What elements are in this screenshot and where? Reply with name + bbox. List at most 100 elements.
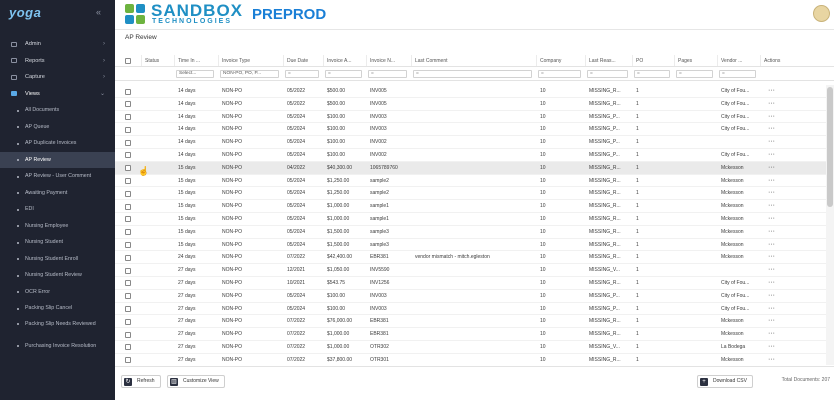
row-actions-menu-icon[interactable]: ··· <box>768 341 788 353</box>
download-csv-button[interactable]: + Download CSV <box>697 375 753 388</box>
row-checkbox[interactable] <box>125 242 131 249</box>
column-header-last-comment[interactable]: Last Comment <box>411 55 536 66</box>
table-row[interactable]: 15 days NON-PO 05/2024 $1,500.00 sample3 10 MI… <box>115 239 826 252</box>
sidebar-item-ocr-error[interactable]: OCR Error <box>0 284 115 301</box>
row-actions-menu-icon[interactable]: ··· <box>768 187 788 199</box>
table-row[interactable]: 15 days NON-PO 05/2024 $1,000.00 sample1 10 MI… <box>115 200 826 213</box>
row-actions-menu-icon[interactable]: ··· <box>768 239 788 251</box>
row-checkbox[interactable] <box>125 229 131 236</box>
sidebar-item-ap-duplicate-invoices[interactable]: AP Duplicate Invoices <box>0 135 115 152</box>
row-checkbox[interactable] <box>125 280 131 287</box>
sidebar-item-capture[interactable]: Capture › <box>0 69 115 86</box>
sidebar-item-views[interactable]: Views ⌄ <box>0 86 115 103</box>
row-checkbox[interactable] <box>125 306 131 313</box>
row-checkbox[interactable] <box>125 190 131 197</box>
sidebar-item-purchasing-invoice-resolution[interactable]: Purchasing Invoice Resolution <box>0 339 115 361</box>
column-header-due-date[interactable]: Due Date <box>283 55 323 66</box>
row-checkbox[interactable] <box>125 344 131 351</box>
row-actions-menu-icon[interactable]: ··· <box>768 98 788 110</box>
row-actions-menu-icon[interactable]: ··· <box>768 290 788 302</box>
table-row[interactable]: 14 days NON-PO 05/2024 $100.00 INV003 10 MISSI… <box>115 123 826 137</box>
filter-last-reason[interactable]: = <box>587 70 628 78</box>
table-row[interactable]: 27 days NON-PO 12/2021 $1,050.00 INV5590 10 MI… <box>115 264 826 277</box>
row-actions-menu-icon[interactable]: ··· <box>768 328 788 340</box>
row-checkbox[interactable] <box>125 216 131 223</box>
select-all-checkbox[interactable] <box>125 58 131 64</box>
table-row[interactable]: 14 days NON-PO 05/2024 $100.00 INV003 10 MISSI… <box>115 111 826 124</box>
table-row[interactable]: 14 days NON-PO 05/2022 $500.00 INV005 10 MISSI… <box>115 98 826 111</box>
filter-invoice-number[interactable]: = <box>368 70 407 78</box>
column-header-company[interactable]: Company <box>536 55 585 66</box>
collapse-sidebar-icon[interactable]: « <box>96 7 101 17</box>
row-actions-menu-icon[interactable]: ··· <box>768 200 788 212</box>
row-checkbox[interactable] <box>125 101 131 108</box>
row-checkbox[interactable] <box>125 267 131 274</box>
row-actions-menu-icon[interactable]: ··· <box>768 175 788 187</box>
table-row[interactable]: 15 days NON-PO 04/2022 $40,300.00 1065789760… <box>115 161 826 175</box>
sidebar-item-reports[interactable]: Reports › <box>0 53 115 70</box>
row-actions-menu-icon[interactable]: ··· <box>768 264 788 276</box>
row-checkbox[interactable] <box>125 357 131 364</box>
filter-last-comment[interactable]: = <box>413 70 532 78</box>
row-checkbox[interactable] <box>125 139 131 146</box>
scrollbar-thumb[interactable] <box>827 87 833 207</box>
row-actions-menu-icon[interactable]: ··· <box>768 213 788 225</box>
refresh-button[interactable]: ↻ Refresh <box>121 375 161 388</box>
row-actions-menu-icon[interactable]: ··· <box>768 226 788 238</box>
row-checkbox[interactable] <box>125 152 131 159</box>
filter-po[interactable]: = <box>634 70 670 78</box>
table-row[interactable]: 15 days NON-PO 05/2024 $1,250.00 sample2 10 MI… <box>115 175 826 188</box>
column-header-status[interactable]: Status <box>141 55 174 66</box>
sidebar-item-all-documents[interactable]: All Documents <box>0 102 115 119</box>
column-header-invoice-n[interactable]: Invoice N... <box>366 55 411 66</box>
row-checkbox[interactable] <box>125 293 131 300</box>
row-actions-menu-icon[interactable]: ··· <box>768 277 788 289</box>
row-checkbox[interactable] <box>125 318 131 325</box>
table-row[interactable]: 27 days NON-PO 10/2021 $543.75 INV1256 10 MISS… <box>115 277 826 290</box>
row-actions-menu-icon[interactable]: ··· <box>768 315 788 327</box>
row-checkbox[interactable] <box>125 203 131 210</box>
row-actions-menu-icon[interactable]: ··· <box>768 162 788 174</box>
table-row[interactable]: 27 days NON-PO 07/2022 $76,000.00 EBR381 10 MI… <box>115 315 826 329</box>
row-actions-menu-icon[interactable]: ··· <box>768 303 788 315</box>
sidebar-item-packing-slip-cancel[interactable]: Packing Slip Cancel <box>0 300 115 317</box>
table-row[interactable]: 14 days NON-PO 05/2024 $100.00 INV002 10 MISSI… <box>115 136 826 149</box>
table-row[interactable]: 15 days NON-PO 05/2024 $1,250.00 sample2 10 MI… <box>115 187 826 201</box>
table-row[interactable]: 14 days NON-PO 05/2024 $100.00 INV002 10 MISSI… <box>115 149 826 162</box>
sidebar-item-nursing-student-enroll[interactable]: Nursing Student Enroll <box>0 251 115 268</box>
filter-vendor[interactable]: = <box>719 70 756 78</box>
table-row[interactable]: 14 days NON-PO 05/2022 $500.00 INV005 10 MISSI… <box>115 85 826 98</box>
filter-invoice-amount[interactable]: = <box>325 70 362 78</box>
table-row[interactable]: 27 days NON-PO 07/2022 $1,000.00 OTR302 10 MIS… <box>115 341 826 354</box>
column-header-pages[interactable]: Pages <box>674 55 717 66</box>
column-header-actions[interactable]: Actions <box>760 55 800 66</box>
filter-company[interactable]: = <box>538 70 581 78</box>
table-row[interactable]: 24 days NON-PO 07/2022 $42,400.00 EBR381 vend… <box>115 251 826 265</box>
table-row[interactable]: 27 days NON-PO 05/2024 $100.00 INV003 10 MISSI… <box>115 303 826 316</box>
row-checkbox[interactable] <box>125 178 131 185</box>
table-row[interactable]: 15 days NON-PO 05/2024 $1,500.00 sample3 10 MI… <box>115 226 826 239</box>
sidebar-item-admin[interactable]: Admin › <box>0 36 115 53</box>
row-checkbox[interactable] <box>125 165 131 172</box>
table-row[interactable]: 27 days NON-PO 07/2022 $37,800.00 OTR301 10 MI… <box>115 354 826 365</box>
row-actions-menu-icon[interactable]: ··· <box>768 85 788 97</box>
sidebar-item-packing-slip-needs-reviewed[interactable]: Packing Slip Needs Reviewed <box>0 317 115 339</box>
row-actions-menu-icon[interactable]: ··· <box>768 149 788 161</box>
select-all-header[interactable] <box>115 55 141 66</box>
sidebar-item-ap-queue[interactable]: AP Queue <box>0 119 115 136</box>
row-actions-menu-icon[interactable]: ··· <box>768 123 788 135</box>
row-checkbox[interactable] <box>125 331 131 338</box>
row-actions-menu-icon[interactable]: ··· <box>768 251 788 263</box>
filter-invoice-type[interactable]: NON-PO, PO, P... <box>220 70 279 78</box>
sidebar-item-nursing-student-review[interactable]: Nursing Student Review <box>0 267 115 284</box>
row-checkbox[interactable] <box>125 126 131 133</box>
sidebar-item-ap-review-user-comment[interactable]: AP Review - User Comment <box>0 168 115 185</box>
column-header-po[interactable]: PO <box>632 55 674 66</box>
column-header-vendor[interactable]: Vendor ... <box>717 55 760 66</box>
filter-pages[interactable]: = <box>676 70 713 78</box>
filter-time-in[interactable]: Select... <box>176 70 214 78</box>
sidebar-item-awaiting-payment[interactable]: Awaiting Payment <box>0 185 115 202</box>
customize-view-button[interactable]: ▥ Customize View <box>167 375 225 388</box>
vertical-scrollbar[interactable] <box>826 85 834 365</box>
row-actions-menu-icon[interactable]: ··· <box>768 354 788 365</box>
